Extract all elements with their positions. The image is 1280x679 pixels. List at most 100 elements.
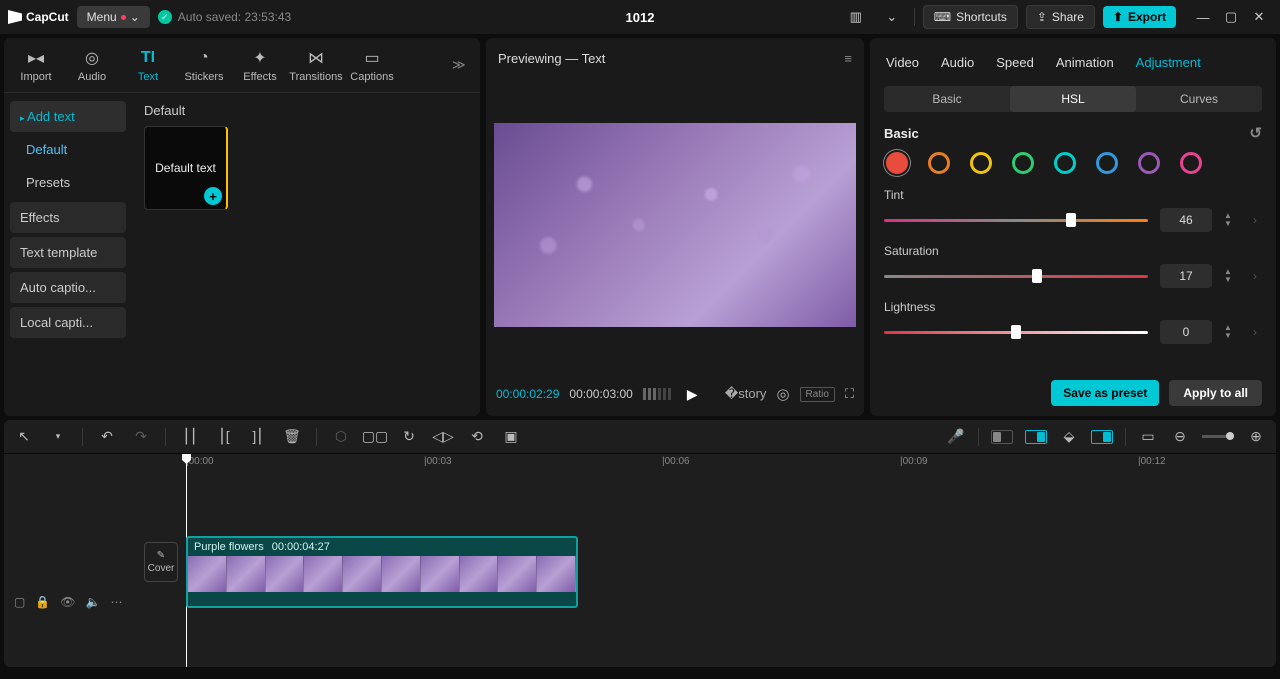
mic-icon[interactable]: 🎤 xyxy=(946,427,966,447)
ribbon-effects[interactable]: ✦Effects xyxy=(232,48,288,83)
tab-adjustment[interactable]: Adjustment xyxy=(1136,55,1201,70)
collapse-icon[interactable]: ▢ xyxy=(14,595,25,609)
ribbon-transitions[interactable]: ⋈Transitions xyxy=(288,48,344,83)
tool-dropdown-icon[interactable]: ▾ xyxy=(48,427,68,447)
video-clip[interactable]: Purple flowers 00:00:04:27 xyxy=(186,536,578,608)
keyframe-icon[interactable]: › xyxy=(1248,213,1262,227)
swatch-cyan[interactable] xyxy=(1054,152,1076,174)
menu-button[interactable]: Menu ⌄ xyxy=(77,6,150,28)
swatch-purple[interactable] xyxy=(1138,152,1160,174)
slider-thumb[interactable] xyxy=(1066,213,1076,227)
swatch-yellow[interactable] xyxy=(970,152,992,174)
slider-thumb[interactable] xyxy=(1011,325,1021,339)
save-preset-button[interactable]: Save as preset xyxy=(1051,380,1159,406)
tint-slider[interactable] xyxy=(884,219,1148,222)
selection-tool-icon[interactable]: ↖ xyxy=(14,427,34,447)
subcategory-presets[interactable]: Presets xyxy=(10,167,126,198)
lightness-value[interactable]: 0 xyxy=(1160,320,1212,344)
add-icon[interactable]: + xyxy=(204,187,222,205)
ribbon-audio[interactable]: ◎Audio xyxy=(64,48,120,83)
ribbon-import[interactable]: ▸◂Import xyxy=(8,48,64,83)
category-local-captions[interactable]: Local capti... xyxy=(10,307,126,338)
zoom-out-icon[interactable]: ⊖ xyxy=(1170,427,1190,447)
mute-icon[interactable]: 🔈 xyxy=(86,595,101,609)
saturation-slider[interactable] xyxy=(884,275,1148,278)
preview-menu-icon[interactable]: ≡ xyxy=(844,51,852,66)
layout-icon[interactable]: ▥ xyxy=(842,5,870,29)
ribbon-more-icon[interactable]: ≫ xyxy=(452,57,476,73)
crop-frame-icon[interactable]: ◎ xyxy=(776,385,789,403)
preview-mode-icon[interactable]: ▭ xyxy=(1138,427,1158,447)
swatch-magenta[interactable] xyxy=(1180,152,1202,174)
slider-thumb[interactable] xyxy=(1032,269,1042,283)
swatch-blue[interactable] xyxy=(1096,152,1118,174)
crop-icon[interactable]: ▣ xyxy=(501,427,521,447)
subtab-curves[interactable]: Curves xyxy=(1136,86,1262,112)
undo-icon[interactable]: ↶ xyxy=(97,427,117,447)
close-button[interactable]: ✕ xyxy=(1246,5,1272,29)
lightness-slider[interactable] xyxy=(884,331,1148,334)
eye-icon[interactable]: 👁 xyxy=(60,595,75,609)
keyframe-icon[interactable]: › xyxy=(1248,269,1262,283)
mark-icon[interactable]: ⬡ xyxy=(331,427,351,447)
category-auto-captions[interactable]: Auto captio... xyxy=(10,272,126,303)
layout-dropdown-icon[interactable]: ⌄ xyxy=(878,5,906,29)
preview-canvas[interactable] xyxy=(486,78,864,372)
ribbon-text[interactable]: TIText xyxy=(120,48,176,83)
toggle-3[interactable] xyxy=(1091,430,1113,444)
swatch-red[interactable] xyxy=(886,152,908,174)
time-ruler[interactable]: |00:00 |00:03 |00:06 |00:09 |00:12 xyxy=(138,454,1276,472)
link-icon[interactable]: ⬙ xyxy=(1059,427,1079,447)
default-text-thumbnail[interactable]: Default text + xyxy=(144,126,228,210)
focus-icon[interactable]: �story xyxy=(725,386,767,402)
zoom-in-icon[interactable]: ⊕ xyxy=(1246,427,1266,447)
tab-animation[interactable]: Animation xyxy=(1056,55,1114,70)
delete-icon[interactable]: 🗑 xyxy=(282,427,302,447)
apply-all-button[interactable]: Apply to all xyxy=(1169,380,1262,406)
ratio-button[interactable]: Ratio xyxy=(800,387,835,402)
reset-icon[interactable]: ↺ xyxy=(1249,124,1262,142)
saturation-value[interactable]: 17 xyxy=(1160,264,1212,288)
swatch-orange[interactable] xyxy=(928,152,950,174)
tint-value[interactable]: 46 xyxy=(1160,208,1212,232)
saturation-stepper[interactable]: ▲▼ xyxy=(1224,268,1236,284)
mirror-icon[interactable]: ◁▷ xyxy=(433,427,453,447)
swatch-green[interactable] xyxy=(1012,152,1034,174)
ribbon-stickers[interactable]: ◔Stickers xyxy=(176,48,232,83)
frame-icon[interactable]: ▢▢ xyxy=(365,427,385,447)
split-right-icon[interactable]: ]⎮ xyxy=(248,427,268,447)
play-button[interactable]: ▶ xyxy=(687,386,698,403)
add-text-category[interactable]: ▸ Add text xyxy=(10,101,126,132)
lock-icon[interactable]: 🔒 xyxy=(35,595,50,609)
category-text-template[interactable]: Text template xyxy=(10,237,126,268)
tab-audio[interactable]: Audio xyxy=(941,55,974,70)
more-icon[interactable]: ⋯ xyxy=(110,595,122,609)
subtab-basic[interactable]: Basic xyxy=(884,86,1010,112)
subtab-hsl[interactable]: HSL xyxy=(1010,86,1136,112)
toggle-1[interactable] xyxy=(991,430,1013,444)
rotate-icon[interactable]: ⟲ xyxy=(467,427,487,447)
split-left-icon[interactable]: ⎮[ xyxy=(214,427,234,447)
split-icon[interactable]: ⎮⎮ xyxy=(180,427,200,447)
category-effects[interactable]: Effects xyxy=(10,202,126,233)
keyframe-icon[interactable]: › xyxy=(1248,325,1262,339)
export-button[interactable]: ⬆ Export xyxy=(1103,6,1176,28)
lightness-stepper[interactable]: ▲▼ xyxy=(1224,324,1236,340)
zoom-slider[interactable] xyxy=(1202,435,1234,438)
minimize-button[interactable]: — xyxy=(1190,5,1216,29)
redo-icon[interactable]: ↷ xyxy=(131,427,151,447)
toggle-2[interactable] xyxy=(1025,430,1047,444)
tint-stepper[interactable]: ▲▼ xyxy=(1224,212,1236,228)
reverse-icon[interactable]: ↻ xyxy=(399,427,419,447)
ribbon-captions[interactable]: ▭Captions xyxy=(344,48,400,83)
compare-icon[interactable] xyxy=(643,388,671,400)
share-button[interactable]: ⇪ Share xyxy=(1026,5,1095,29)
timeline-tracks[interactable]: |00:00 |00:03 |00:06 |00:09 |00:12 ✎ Cov… xyxy=(138,454,1276,667)
tab-video[interactable]: Video xyxy=(886,55,919,70)
cover-button[interactable]: ✎ Cover xyxy=(144,542,178,582)
subcategory-default[interactable]: Default xyxy=(10,134,126,165)
shortcuts-button[interactable]: ⌨ Shortcuts xyxy=(923,5,1018,29)
fullscreen-icon[interactable]: ⛶ xyxy=(845,386,854,402)
tab-speed[interactable]: Speed xyxy=(996,55,1034,70)
maximize-button[interactable]: ▢ xyxy=(1218,5,1244,29)
